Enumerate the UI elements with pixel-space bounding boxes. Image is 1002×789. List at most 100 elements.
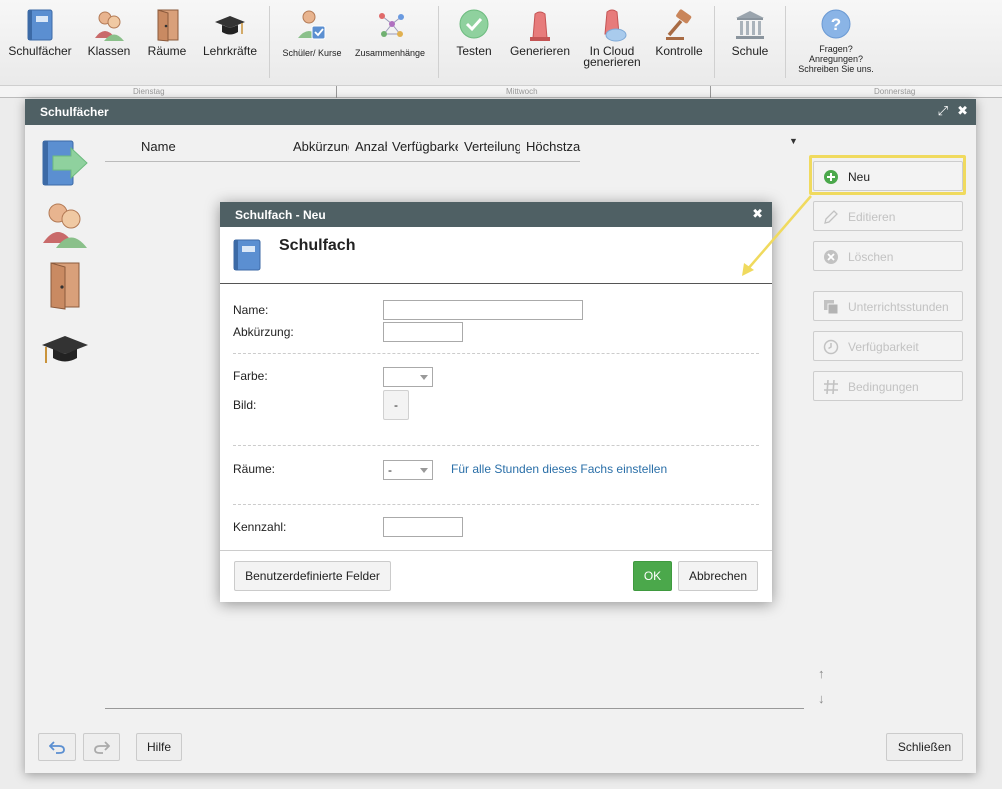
toolbar-subjects-button[interactable]: Schulfächer — [4, 0, 76, 84]
column-distribution-header[interactable]: Verteilung — [464, 139, 520, 154]
toolbar-teachers-button[interactable]: Lehrkräfte — [198, 0, 262, 84]
student-check-icon — [298, 10, 326, 40]
book-arrow-icon[interactable] — [41, 139, 89, 189]
door-icon[interactable] — [41, 261, 89, 311]
toolbar-school-button[interactable]: Schule — [722, 0, 778, 84]
ok-button[interactable]: OK — [633, 561, 672, 591]
book-icon — [27, 9, 53, 41]
redo-button[interactable] — [83, 733, 120, 761]
book-icon — [233, 239, 261, 271]
toolbar-help-button[interactable]: ? Fragen? Anregungen? Schreiben Sie uns. — [792, 0, 880, 84]
color-select[interactable] — [383, 367, 433, 387]
toolbar-label: Schulfächer — [8, 44, 72, 58]
redo-icon — [93, 741, 110, 754]
edit-button[interactable]: Editieren — [813, 201, 963, 231]
abbreviation-input[interactable] — [383, 322, 463, 342]
toolbar-test-button[interactable]: Testen — [446, 0, 502, 84]
modal-title: Schulfach - Neu — [235, 208, 326, 222]
name-input[interactable] — [383, 300, 583, 320]
graduation-cap-icon[interactable] — [41, 325, 89, 375]
modal-footer: Benutzerdefinierte Felder OK Abbrechen — [220, 550, 772, 602]
abbreviation-label: Abkürzung: — [233, 325, 294, 339]
column-count-header[interactable]: Anzahl — [355, 139, 387, 154]
toolbar-label: In Cloud generieren — [583, 44, 641, 69]
image-label: Bild: — [233, 398, 257, 412]
modal-heading: Schulfach — [279, 237, 356, 254]
column-abbreviation-header[interactable]: Abkürzung — [293, 139, 349, 154]
maximize-icon[interactable]: ⤢ — [938, 104, 948, 118]
pencil-icon — [824, 210, 838, 224]
toolbar-control-button[interactable]: Kontrolle — [650, 0, 708, 84]
undo-icon — [48, 741, 65, 754]
students-icon[interactable] — [41, 199, 89, 249]
gavel-icon — [666, 9, 692, 40]
toolbar-separator — [438, 6, 439, 78]
number-label: Kennzahl: — [233, 520, 287, 534]
toolbar-label: Generieren — [509, 44, 571, 58]
toolbar-label: Testen — [456, 44, 492, 58]
custom-fields-button[interactable]: Benutzerdefinierte Felder — [234, 561, 391, 591]
toolbar-generate-button[interactable]: Generieren — [506, 0, 574, 84]
rooms-select[interactable]: - — [383, 460, 433, 480]
toolbar-label: Räume — [147, 44, 187, 58]
undo-button[interactable] — [38, 733, 76, 761]
new-button[interactable]: Neu — [813, 161, 963, 191]
section-divider — [233, 445, 759, 446]
close-icon[interactable]: ✖ — [957, 104, 968, 118]
move-down-icon[interactable]: ↓ — [818, 691, 825, 706]
checkmark-badge-icon — [459, 9, 489, 39]
edit-button-label: Editieren — [848, 210, 896, 224]
toolbar-classes-button[interactable]: Klassen — [80, 0, 138, 84]
toolbar-label: Fragen? Anregungen? Schreiben Sie uns. — [798, 44, 874, 74]
name-label: Name: — [233, 303, 269, 317]
image-select-button[interactable]: - — [383, 390, 409, 420]
delete-button-label: Löschen — [848, 250, 894, 264]
toolbar-label: Zusammenhänge — [354, 48, 426, 58]
dialog-title: Schulfächer — [40, 105, 109, 119]
number-input[interactable] — [383, 517, 463, 537]
lessons-button-label: Unterrichtsstunden — [848, 300, 949, 314]
students-icon — [95, 11, 124, 41]
close-button[interactable]: Schließen — [886, 733, 963, 761]
table-bottom-divider — [105, 708, 804, 709]
cancel-button[interactable]: Abbrechen — [678, 561, 758, 591]
apply-all-lessons-link[interactable]: Für alle Stunden dieses Fachs einstellen — [451, 462, 667, 476]
network-icon — [379, 13, 404, 37]
siren-icon — [530, 11, 550, 41]
building-icon — [736, 11, 764, 39]
stack-icon — [824, 300, 839, 315]
graduation-cap-icon — [215, 16, 245, 35]
conditions-button[interactable]: Bedingungen — [813, 371, 963, 401]
column-availability-header[interactable]: Verfügbarkeit — [392, 139, 458, 154]
lessons-button[interactable]: Unterrichtsstunden — [813, 291, 963, 321]
toolbar-label: Kontrolle — [655, 44, 703, 58]
day-label: Dienstag — [133, 87, 165, 96]
chevron-down-icon — [420, 375, 428, 380]
header-divider — [105, 161, 580, 162]
toolbar-label: Lehrkräfte — [202, 44, 258, 58]
availability-button-label: Verfügbarkeit — [848, 340, 919, 354]
toolbar-cloud-generate-button[interactable]: In Cloud generieren — [578, 0, 646, 84]
column-name-header[interactable]: Name — [141, 139, 201, 154]
day-label: Mittwoch — [506, 87, 538, 96]
column-maximum-header[interactable]: Höchstzahl — [526, 139, 581, 154]
modal-close-icon[interactable]: ✖ — [752, 206, 763, 222]
delete-button[interactable]: Löschen — [813, 241, 963, 271]
toolbar-students-courses-button[interactable]: Schüler/ Kurse — [278, 0, 346, 84]
x-circle-icon — [824, 250, 838, 264]
move-up-icon[interactable]: ↑ — [818, 666, 825, 681]
column-menu-dropdown[interactable]: ▼ — [789, 136, 798, 146]
toolbar-relations-button[interactable]: Zusammenhänge — [352, 0, 428, 84]
new-button-label: Neu — [848, 170, 871, 184]
new-subject-modal: Schulfach - Neu ✖ Schulfach Name: Abkürz… — [220, 202, 772, 602]
section-divider — [233, 504, 759, 505]
help-button[interactable]: Hilfe — [136, 733, 182, 761]
modal-title-bar: Schulfach - Neu ✖ — [220, 202, 772, 227]
rooms-select-value: - — [388, 463, 392, 477]
availability-button[interactable]: Verfügbarkeit — [813, 331, 963, 361]
dialog-title-bar: Schulfächer ⤢ ✖ — [25, 99, 976, 125]
toolbar-label: Schule — [731, 44, 769, 58]
day-divider — [710, 86, 711, 98]
toolbar-separator — [269, 6, 270, 78]
toolbar-rooms-button[interactable]: Räume — [142, 0, 192, 84]
